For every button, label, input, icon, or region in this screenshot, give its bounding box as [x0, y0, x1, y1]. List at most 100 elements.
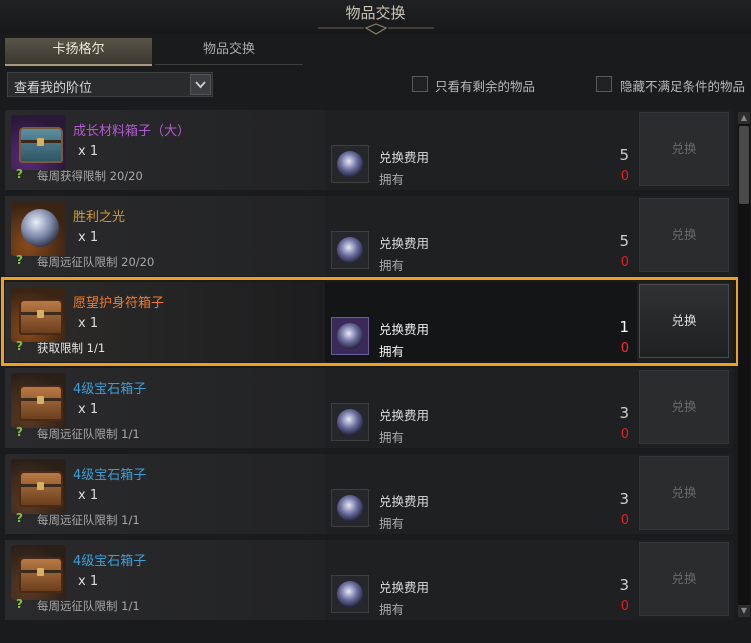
exchange-button[interactable]: 兑换 [639, 456, 729, 530]
exchange-button[interactable]: 兑换 [639, 284, 729, 358]
owned-label: 拥有 [379, 516, 405, 531]
item-icon-frame[interactable] [11, 459, 66, 514]
item-icon-frame[interactable] [11, 373, 66, 428]
owned-label: 拥有 [379, 430, 405, 445]
exchange-button[interactable]: 兑换 [639, 198, 729, 272]
item-name: 愿望护身符箱子 [73, 296, 165, 311]
limit-help-icon[interactable]: ? [16, 253, 23, 267]
scroll-down-arrow-icon[interactable]: ▼ [738, 605, 750, 617]
hide-unmet-label: 隐藏不满足条件的物品 [620, 79, 746, 94]
item-info: 4级宝石箱子 x 1 ? 每周远征队限制 1/1 [5, 540, 325, 620]
wooden-chest-icon [19, 299, 63, 335]
item-limit: 每周获得限制 20/20 [37, 169, 143, 183]
item-name: 4级宝石箱子 [73, 554, 147, 569]
item-icon-frame[interactable] [11, 201, 66, 256]
item-info: 愿望护身符箱子 x 1 ? 获取限制 1/1 [5, 282, 325, 362]
cost-label: 兑换费用 [379, 494, 430, 509]
tab-kayangel[interactable]: 卡扬格尔 [5, 38, 152, 66]
limit-help-icon[interactable]: ? [16, 425, 23, 439]
item-name: 胜利之光 [73, 210, 126, 225]
item-quantity: x 1 [78, 230, 99, 245]
currency-orb-icon [337, 581, 363, 607]
cost-panel: 兑换费用 拥有 3 0 [325, 540, 637, 620]
item-icon-frame[interactable] [11, 545, 66, 600]
item-info: 成长材料箱子（大） x 1 ? 每周获得限制 20/20 [5, 110, 325, 190]
item-info: 4级宝石箱子 x 1 ? 每周远征队限制 1/1 [5, 454, 325, 534]
title-bar: 物品交换 [0, 0, 751, 35]
item-limit: 每周远征队限制 1/1 [37, 513, 140, 527]
cost-value: 3 [619, 576, 629, 594]
only-remaining-label: 只看有剩余的物品 [435, 79, 536, 94]
list-item: 4级宝石箱子 x 1 ? 每周远征队限制 1/1 兑换费用 拥有 3 0 兑换 [5, 368, 733, 448]
owned-label: 拥有 [379, 344, 405, 359]
exchange-button[interactable]: 兑换 [639, 542, 729, 616]
owned-value: 0 [620, 427, 629, 442]
tier-filter-dropdown[interactable]: 查看我的阶位 [7, 72, 213, 97]
cost-panel: 兑换费用 拥有 5 0 [325, 196, 637, 276]
currency-icon-frame[interactable] [331, 145, 369, 183]
exchange-button[interactable]: 兑换 [639, 370, 729, 444]
tab-item-exchange[interactable]: 物品交换 [155, 38, 303, 65]
list-item: 胜利之光 x 1 ? 每周远征队限制 20/20 兑换费用 拥有 5 0 兑换 [5, 196, 733, 276]
title-ornament-icon [318, 23, 434, 35]
item-quantity: x 1 [78, 144, 99, 159]
only-remaining-checkbox[interactable] [412, 76, 428, 92]
currency-icon-frame[interactable] [331, 489, 369, 527]
currency-icon-frame[interactable] [331, 575, 369, 613]
window-title: 物品交换 [345, 4, 406, 22]
cost-label: 兑换费用 [379, 322, 430, 337]
cost-value: 5 [619, 232, 629, 250]
owned-value: 0 [620, 255, 629, 270]
scrollbar[interactable]: ▲ ▼ [738, 112, 750, 617]
currency-icon-frame[interactable] [331, 403, 369, 441]
currency-icon-frame[interactable] [331, 317, 369, 355]
item-icon-frame[interactable] [11, 287, 66, 342]
cost-value: 5 [619, 146, 629, 164]
hide-unmet-checkbox[interactable] [596, 76, 612, 92]
cost-value: 3 [619, 404, 629, 422]
limit-help-icon[interactable]: ? [16, 511, 23, 525]
limit-help-icon[interactable]: ? [16, 339, 23, 353]
owned-label: 拥有 [379, 602, 405, 617]
tab-bar: 卡扬格尔 物品交换 [5, 38, 305, 66]
currency-orb-icon [337, 151, 363, 177]
currency-orb-icon [337, 323, 363, 349]
currency-orb-icon [337, 237, 363, 263]
owned-value: 0 [620, 169, 629, 184]
tier-filter-label: 查看我的阶位 [14, 81, 93, 96]
wooden-chest-icon [19, 471, 63, 507]
limit-help-icon[interactable]: ? [16, 167, 23, 181]
limit-help-icon[interactable]: ? [16, 597, 23, 611]
list-item: 4级宝石箱子 x 1 ? 每周远征队限制 1/1 兑换费用 拥有 3 0 兑换 [5, 454, 733, 534]
owned-value: 0 [620, 513, 629, 528]
teal-chest-icon [19, 127, 63, 163]
currency-icon-frame[interactable] [331, 231, 369, 269]
scroll-up-arrow-icon[interactable]: ▲ [738, 112, 750, 124]
item-limit: 每周远征队限制 1/1 [37, 599, 140, 613]
cost-label: 兑换费用 [379, 580, 430, 595]
item-name: 4级宝石箱子 [73, 468, 147, 483]
currency-orb-icon [337, 409, 363, 435]
cost-panel: 兑换费用 拥有 3 0 [325, 368, 637, 448]
cost-label: 兑换费用 [379, 150, 430, 165]
owned-value: 0 [620, 341, 629, 356]
item-icon-frame[interactable] [11, 115, 66, 170]
scroll-thumb[interactable] [739, 126, 749, 204]
cost-label: 兑换费用 [379, 236, 430, 251]
item-quantity: x 1 [78, 402, 99, 417]
exchange-button[interactable]: 兑换 [639, 112, 729, 186]
chevron-down-icon[interactable] [190, 74, 211, 95]
item-name: 4级宝石箱子 [73, 382, 147, 397]
cost-panel: 兑换费用 拥有 3 0 [325, 454, 637, 534]
item-quantity: x 1 [78, 316, 99, 331]
item-name: 成长材料箱子（大） [73, 124, 191, 139]
wooden-chest-icon [19, 557, 63, 593]
owned-label: 拥有 [379, 258, 405, 273]
item-info: 4级宝石箱子 x 1 ? 每周远征队限制 1/1 [5, 368, 325, 448]
item-quantity: x 1 [78, 574, 99, 589]
exchange-list: 成长材料箱子（大） x 1 ? 每周获得限制 20/20 兑换费用 拥有 5 0… [5, 110, 733, 643]
item-quantity: x 1 [78, 488, 99, 503]
owned-label: 拥有 [379, 172, 405, 187]
item-limit: 每周远征队限制 1/1 [37, 427, 140, 441]
cost-label: 兑换费用 [379, 408, 430, 423]
